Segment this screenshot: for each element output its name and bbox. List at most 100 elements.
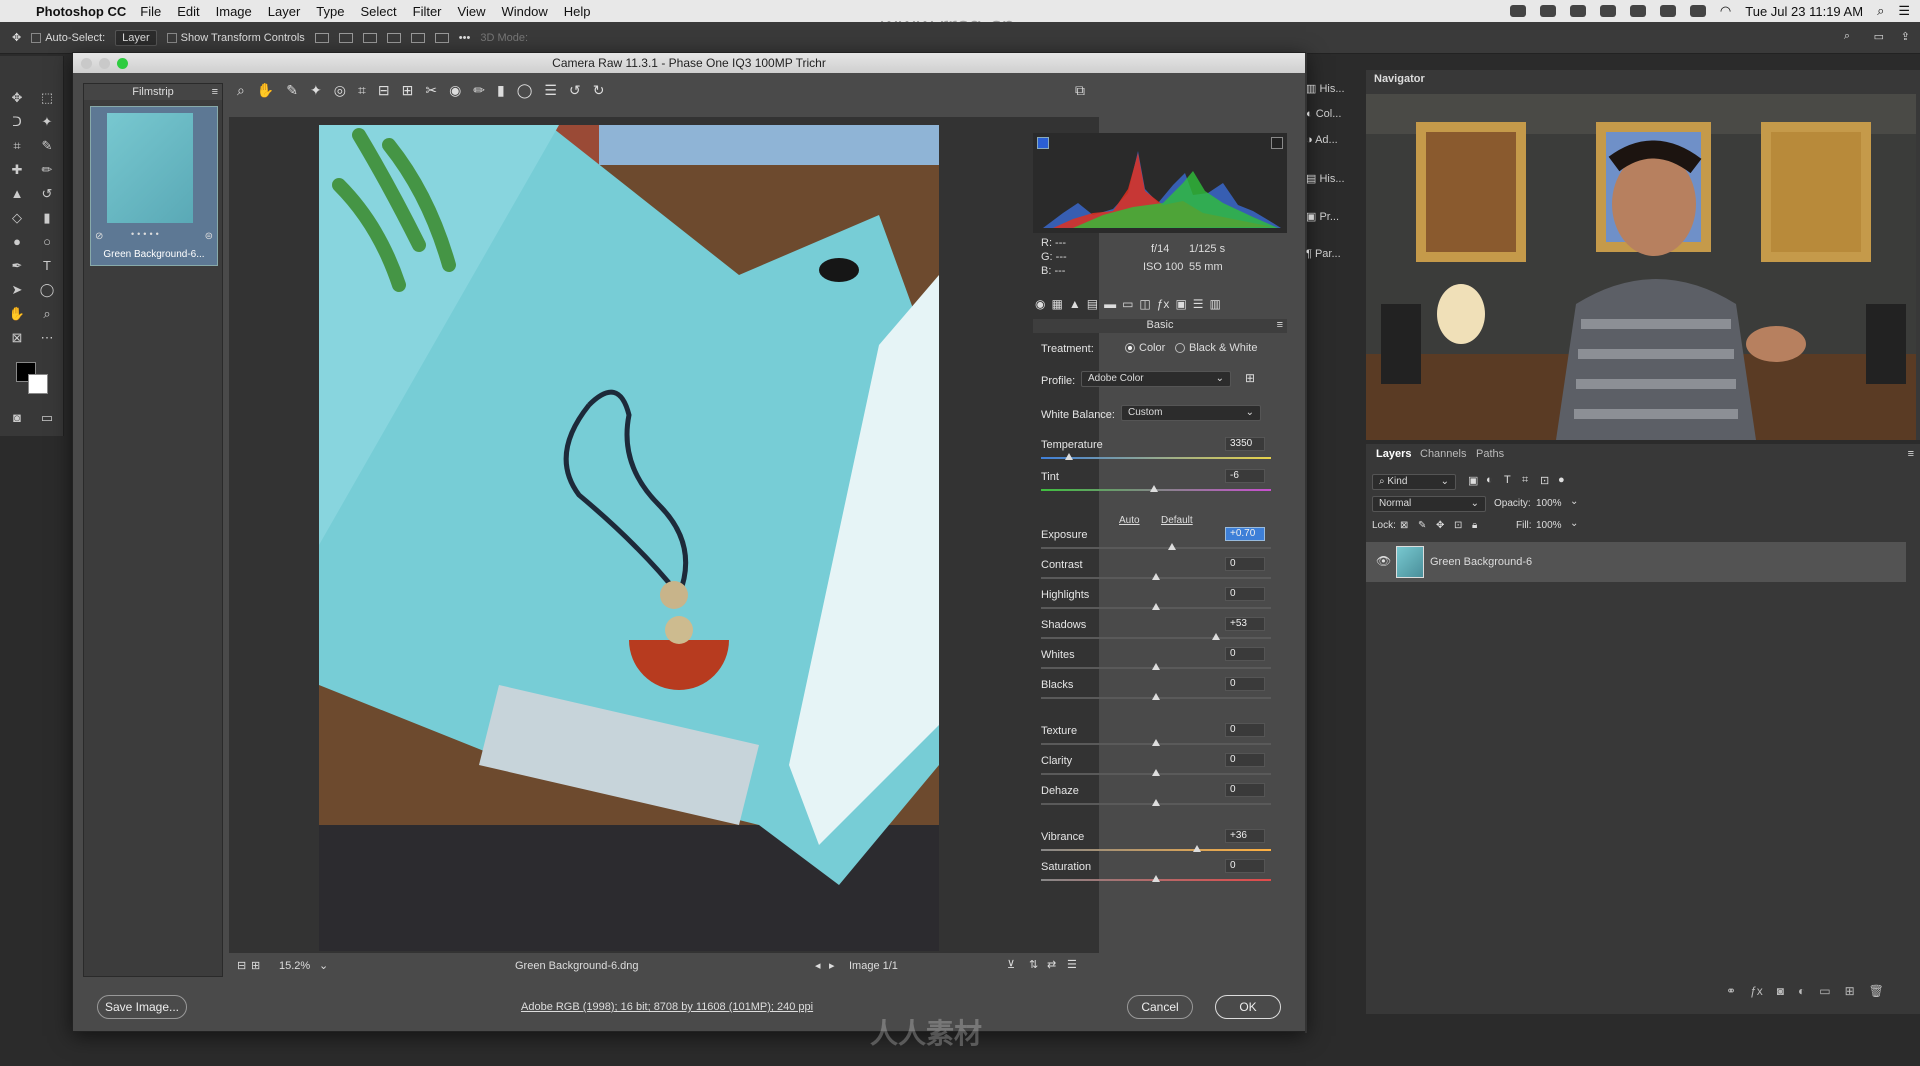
clock[interactable]: Tue Jul 23 11:19 AM	[1745, 4, 1863, 19]
layer-name[interactable]: Green Background-6	[1430, 556, 1532, 568]
panel-paragraph-button[interactable]: ¶ Par...	[1306, 248, 1361, 278]
creative-cloud-icon[interactable]	[1509, 5, 1526, 17]
minimize-icon[interactable]	[99, 58, 110, 69]
copy-settings-icon[interactable]: ⇄	[1047, 958, 1056, 971]
delete-layer-icon[interactable]: 🗑︎	[1869, 984, 1884, 998]
zoom-tool-icon[interactable]: ⌕	[237, 82, 245, 99]
filter-adjustment-icon[interactable]: ◐	[1486, 474, 1493, 486]
detail-tab-icon[interactable]: ▲	[1069, 297, 1081, 313]
menu-window[interactable]: Window	[501, 4, 547, 19]
profile-dropdown[interactable]: Adobe Color ⌄	[1081, 371, 1231, 387]
slider-thumb-tint[interactable]	[1149, 485, 1158, 492]
save-image-button[interactable]: Save Image...	[97, 995, 187, 1019]
opacity-dropdown-icon[interactable]: ⌄	[1570, 496, 1578, 507]
hand-tool-icon[interactable]: ✋	[257, 82, 274, 99]
bluetooth-icon[interactable]	[1659, 5, 1676, 17]
align-top-icon[interactable]	[386, 32, 401, 43]
panel-adjustments-button[interactable]: ◑ Ad...	[1306, 134, 1361, 164]
presets-tab-icon[interactable]: ☰	[1193, 297, 1204, 313]
history-brush-icon[interactable]: ↺	[36, 184, 58, 204]
tone-curve-tab-icon[interactable]: ▦	[1051, 297, 1062, 313]
auto-select-checkbox[interactable]: Auto-Select:	[31, 32, 105, 44]
slider-thumb-contrast[interactable]	[1152, 573, 1160, 580]
eyedropper-icon[interactable]: ✎	[36, 136, 58, 156]
screen-mode-icon[interactable]: ▭	[36, 408, 58, 428]
menu-image[interactable]: Image	[216, 4, 252, 19]
fill-dropdown-icon[interactable]: ⌄	[1570, 518, 1578, 529]
before-after-y-icon[interactable]: ⊻	[1007, 958, 1015, 971]
wifi-icon[interactable]: ◠	[1720, 3, 1731, 19]
snapshots-tab-icon[interactable]: ▥	[1210, 297, 1221, 313]
align-bottom-icon[interactable]	[434, 32, 449, 43]
gradient-tool-icon[interactable]: ▮	[36, 208, 58, 228]
workflow-options-link[interactable]: Adobe RGB (1998); 16 bit; 8708 by 11608 …	[521, 1001, 813, 1013]
app-name[interactable]: Photoshop CC	[36, 4, 126, 19]
tab-paths[interactable]: Paths	[1476, 448, 1504, 460]
slider-thumb-whites[interactable]	[1152, 663, 1160, 670]
grid-icon[interactable]	[1629, 5, 1646, 17]
airplay-icon[interactable]	[1689, 5, 1706, 17]
filmstrip-thumbnail[interactable]: ⊘ ••••• ⊜ Green Background-6...	[90, 106, 218, 266]
quick-mask-icon[interactable]: ◙	[6, 408, 28, 428]
spot-removal-icon[interactable]: ✂	[425, 82, 437, 99]
filter-toggle-icon[interactable]: ●	[1558, 474, 1565, 486]
split-toning-tab-icon[interactable]: ▬	[1104, 297, 1116, 313]
panel-properties-button[interactable]: ▣ Pr...	[1306, 210, 1361, 240]
align-left-icon[interactable]	[314, 32, 329, 43]
navigator-preview[interactable]	[1366, 94, 1916, 440]
red-eye-icon[interactable]: ◉	[449, 82, 461, 99]
slider-track-vibrance[interactable]	[1041, 849, 1271, 851]
healing-brush-icon[interactable]: ✚	[6, 160, 28, 180]
slider-thumb-shadows[interactable]	[1211, 633, 1220, 640]
frame-tool-icon[interactable]: ⊠	[6, 328, 28, 348]
slider-track-temperature[interactable]	[1041, 457, 1271, 459]
workspace-icon[interactable]: ▭	[1874, 30, 1884, 43]
layer-style-icon[interactable]: ƒx	[1750, 984, 1763, 998]
transform-tab-icon[interactable]: ◫	[1139, 297, 1150, 313]
targeted-adjustment-icon[interactable]: ◎	[334, 82, 346, 99]
hand-tool-icon[interactable]: ✋	[6, 304, 28, 324]
radial-filter-icon[interactable]: ◯	[517, 82, 533, 99]
visibility-eye-icon[interactable]: 👁︎	[1376, 554, 1391, 568]
rating-dots[interactable]: •••••	[131, 229, 162, 239]
auto-select-dropdown[interactable]: Layer	[115, 29, 157, 46]
slider-value-exposure[interactable]: +0.70	[1225, 527, 1265, 541]
link-layers-icon[interactable]: ⚭	[1726, 984, 1736, 998]
treatment-bw-radio[interactable]	[1175, 343, 1185, 353]
path-select-icon[interactable]: ➤	[6, 280, 28, 300]
slider-value-texture[interactable]: 0	[1225, 723, 1265, 737]
pen-tool-icon[interactable]: ✒	[6, 256, 28, 276]
stamp-tool-icon[interactable]: ▲	[6, 184, 28, 204]
rotate-left-icon[interactable]: ↺	[569, 82, 581, 99]
opacity-value[interactable]: 100%	[1536, 498, 1562, 509]
graduated-filter-icon[interactable]: ▮	[497, 82, 505, 99]
move-tool-icon[interactable]: ✥	[12, 31, 21, 44]
previous-image-icon[interactable]: ◂	[815, 959, 821, 972]
white-balance-tool-icon[interactable]: ✎	[286, 82, 298, 99]
zoom-dropdown-icon[interactable]: ⌄	[319, 959, 328, 972]
filmstrip-menu-icon[interactable]: ≡	[212, 84, 218, 100]
move-tool-icon[interactable]: ✥	[6, 88, 28, 108]
slider-value-vibrance[interactable]: +36	[1225, 829, 1265, 843]
slider-thumb-saturation[interactable]	[1152, 875, 1160, 882]
preferences-icon[interactable]: ☰	[544, 82, 557, 99]
tab-channels[interactable]: Channels	[1420, 448, 1466, 460]
slider-value-temperature[interactable]: 3350	[1225, 437, 1265, 451]
close-icon[interactable]	[81, 58, 92, 69]
tab-layers[interactable]: Layers	[1376, 448, 1411, 460]
eraser-tool-icon[interactable]: ◇	[6, 208, 28, 228]
new-group-icon[interactable]: ▭	[1819, 984, 1830, 998]
slider-value-contrast[interactable]: 0	[1225, 557, 1265, 571]
lens-corrections-tab-icon[interactable]: ▭	[1122, 297, 1133, 313]
slider-value-dehaze[interactable]: 0	[1225, 783, 1265, 797]
cloud-icon[interactable]	[1599, 5, 1616, 17]
blur-tool-icon[interactable]: ●	[6, 232, 28, 252]
layers-menu-icon[interactable]: ≡	[1908, 448, 1914, 460]
zoom-level[interactable]: 15.2%	[279, 960, 310, 972]
default-link[interactable]: Default	[1161, 515, 1193, 526]
menu-file[interactable]: File	[140, 4, 161, 19]
panel-history-button[interactable]: ▤ His...	[1306, 172, 1361, 202]
zoom-out-icon[interactable]: ⊟	[237, 959, 246, 972]
slider-thumb-temperature[interactable]	[1064, 453, 1073, 460]
rating-reject-icon[interactable]: ⊘	[95, 231, 103, 242]
